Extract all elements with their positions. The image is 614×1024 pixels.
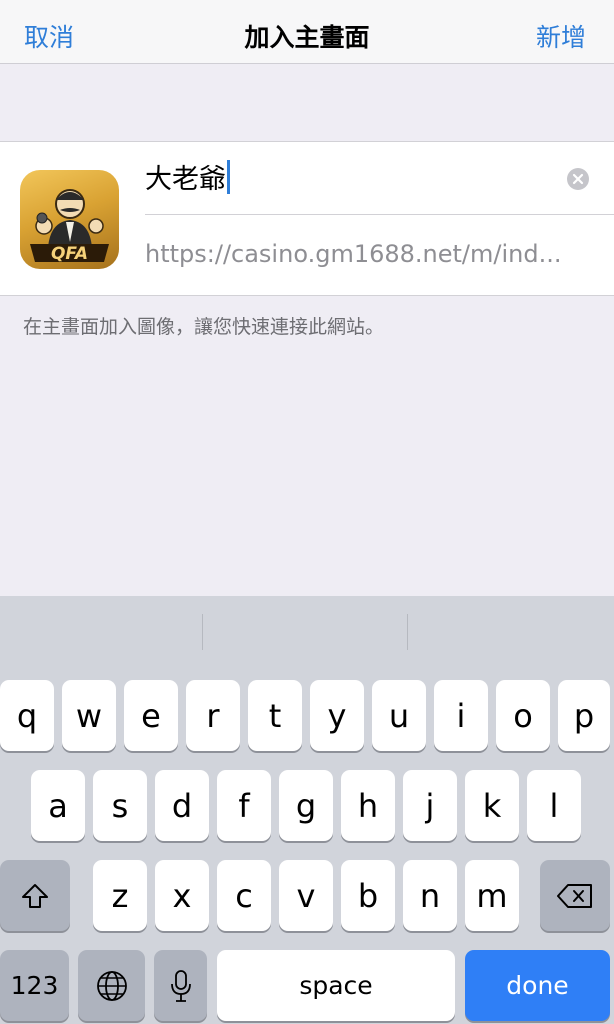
globe-key[interactable] bbox=[78, 950, 145, 1021]
key-label: k bbox=[482, 786, 502, 825]
page-title: 加入主畫面 bbox=[244, 23, 370, 52]
shift-key[interactable] bbox=[0, 860, 70, 931]
key-r[interactable]: r bbox=[186, 680, 240, 751]
key-label: space bbox=[299, 971, 373, 1000]
done-key[interactable]: done bbox=[465, 950, 610, 1021]
name-input-value: 大老爺 bbox=[145, 164, 226, 195]
key-v[interactable]: v bbox=[279, 860, 333, 931]
key-label: s bbox=[111, 786, 129, 825]
key-label: w bbox=[75, 696, 103, 735]
key-label: y bbox=[327, 696, 347, 735]
key-label: x bbox=[172, 876, 192, 915]
key-h[interactable]: h bbox=[341, 770, 395, 841]
key-y[interactable]: y bbox=[310, 680, 364, 751]
key-label: u bbox=[388, 696, 410, 735]
nav-bar: 取消 加入主畫面 新增 bbox=[0, 0, 614, 64]
key-label: o bbox=[513, 696, 533, 735]
close-icon bbox=[572, 173, 584, 185]
key-j[interactable]: j bbox=[403, 770, 457, 841]
key-label: a bbox=[48, 786, 68, 825]
key-i[interactable]: i bbox=[434, 680, 488, 751]
key-d[interactable]: d bbox=[155, 770, 209, 841]
key-label: z bbox=[111, 876, 129, 915]
key-l[interactable]: l bbox=[527, 770, 581, 841]
key-label: i bbox=[456, 696, 466, 735]
key-k[interactable]: k bbox=[465, 770, 519, 841]
keyboard: q w e r t y u i o p a s d f g h j k l z … bbox=[0, 596, 614, 1024]
key-label: q bbox=[16, 696, 38, 735]
globe-icon bbox=[96, 970, 127, 1001]
space-key[interactable]: space bbox=[217, 950, 455, 1021]
bookmark-form: QFA 大老爺 https://casino.gm1688.net/m/ind.… bbox=[0, 141, 614, 296]
key-label: m bbox=[476, 876, 508, 915]
key-label: g bbox=[295, 786, 317, 825]
icon-logo-text: QFA bbox=[51, 244, 88, 264]
text-cursor bbox=[227, 160, 230, 194]
numbers-key[interactable]: 123 bbox=[0, 950, 69, 1021]
key-label: e bbox=[141, 696, 161, 735]
dictation-key[interactable] bbox=[154, 950, 207, 1021]
name-input[interactable]: 大老爺 bbox=[145, 160, 230, 200]
app-icon: QFA bbox=[20, 170, 119, 269]
key-m[interactable]: m bbox=[465, 860, 519, 931]
key-label: d bbox=[171, 786, 193, 825]
suggestion-bar bbox=[0, 596, 614, 668]
key-label: l bbox=[549, 786, 559, 825]
key-u[interactable]: u bbox=[372, 680, 426, 751]
key-p[interactable]: p bbox=[558, 680, 610, 751]
shift-icon bbox=[22, 883, 48, 908]
key-label: p bbox=[573, 696, 595, 735]
key-t[interactable]: t bbox=[248, 680, 302, 751]
key-b[interactable]: b bbox=[341, 860, 395, 931]
key-label: done bbox=[506, 971, 569, 1000]
key-g[interactable]: g bbox=[279, 770, 333, 841]
key-c[interactable]: c bbox=[217, 860, 271, 931]
key-label: j bbox=[425, 786, 435, 825]
url-label: https://casino.gm1688.net/m/ind... bbox=[145, 240, 562, 268]
delete-key[interactable] bbox=[540, 860, 610, 931]
key-s[interactable]: s bbox=[93, 770, 147, 841]
name-field[interactable]: 大老爺 bbox=[145, 142, 614, 215]
hint-text: 在主畫面加入圖像，讓您快速連接此網站。 bbox=[23, 316, 385, 338]
key-a[interactable]: a bbox=[31, 770, 85, 841]
microphone-icon bbox=[170, 969, 191, 1002]
key-label: b bbox=[357, 876, 379, 915]
key-label: 123 bbox=[10, 971, 59, 1000]
key-q[interactable]: q bbox=[0, 680, 54, 751]
key-o[interactable]: o bbox=[496, 680, 550, 751]
add-button[interactable]: 新增 bbox=[536, 18, 586, 54]
key-label: n bbox=[419, 876, 441, 915]
key-label: r bbox=[206, 696, 220, 735]
clear-text-button[interactable] bbox=[567, 168, 589, 190]
key-n[interactable]: n bbox=[403, 860, 457, 931]
key-x[interactable]: x bbox=[155, 860, 209, 931]
key-label: f bbox=[238, 786, 250, 825]
key-w[interactable]: w bbox=[62, 680, 116, 751]
key-label: h bbox=[357, 786, 379, 825]
suggestion-divider bbox=[202, 614, 203, 650]
key-z[interactable]: z bbox=[93, 860, 147, 931]
key-label: t bbox=[268, 696, 282, 735]
backspace-icon bbox=[557, 883, 592, 908]
key-f[interactable]: f bbox=[217, 770, 271, 841]
key-label: c bbox=[235, 876, 253, 915]
key-e[interactable]: e bbox=[124, 680, 178, 751]
mascot-icon: QFA bbox=[30, 189, 109, 264]
suggestion-divider bbox=[407, 614, 408, 650]
key-label: v bbox=[296, 876, 316, 915]
